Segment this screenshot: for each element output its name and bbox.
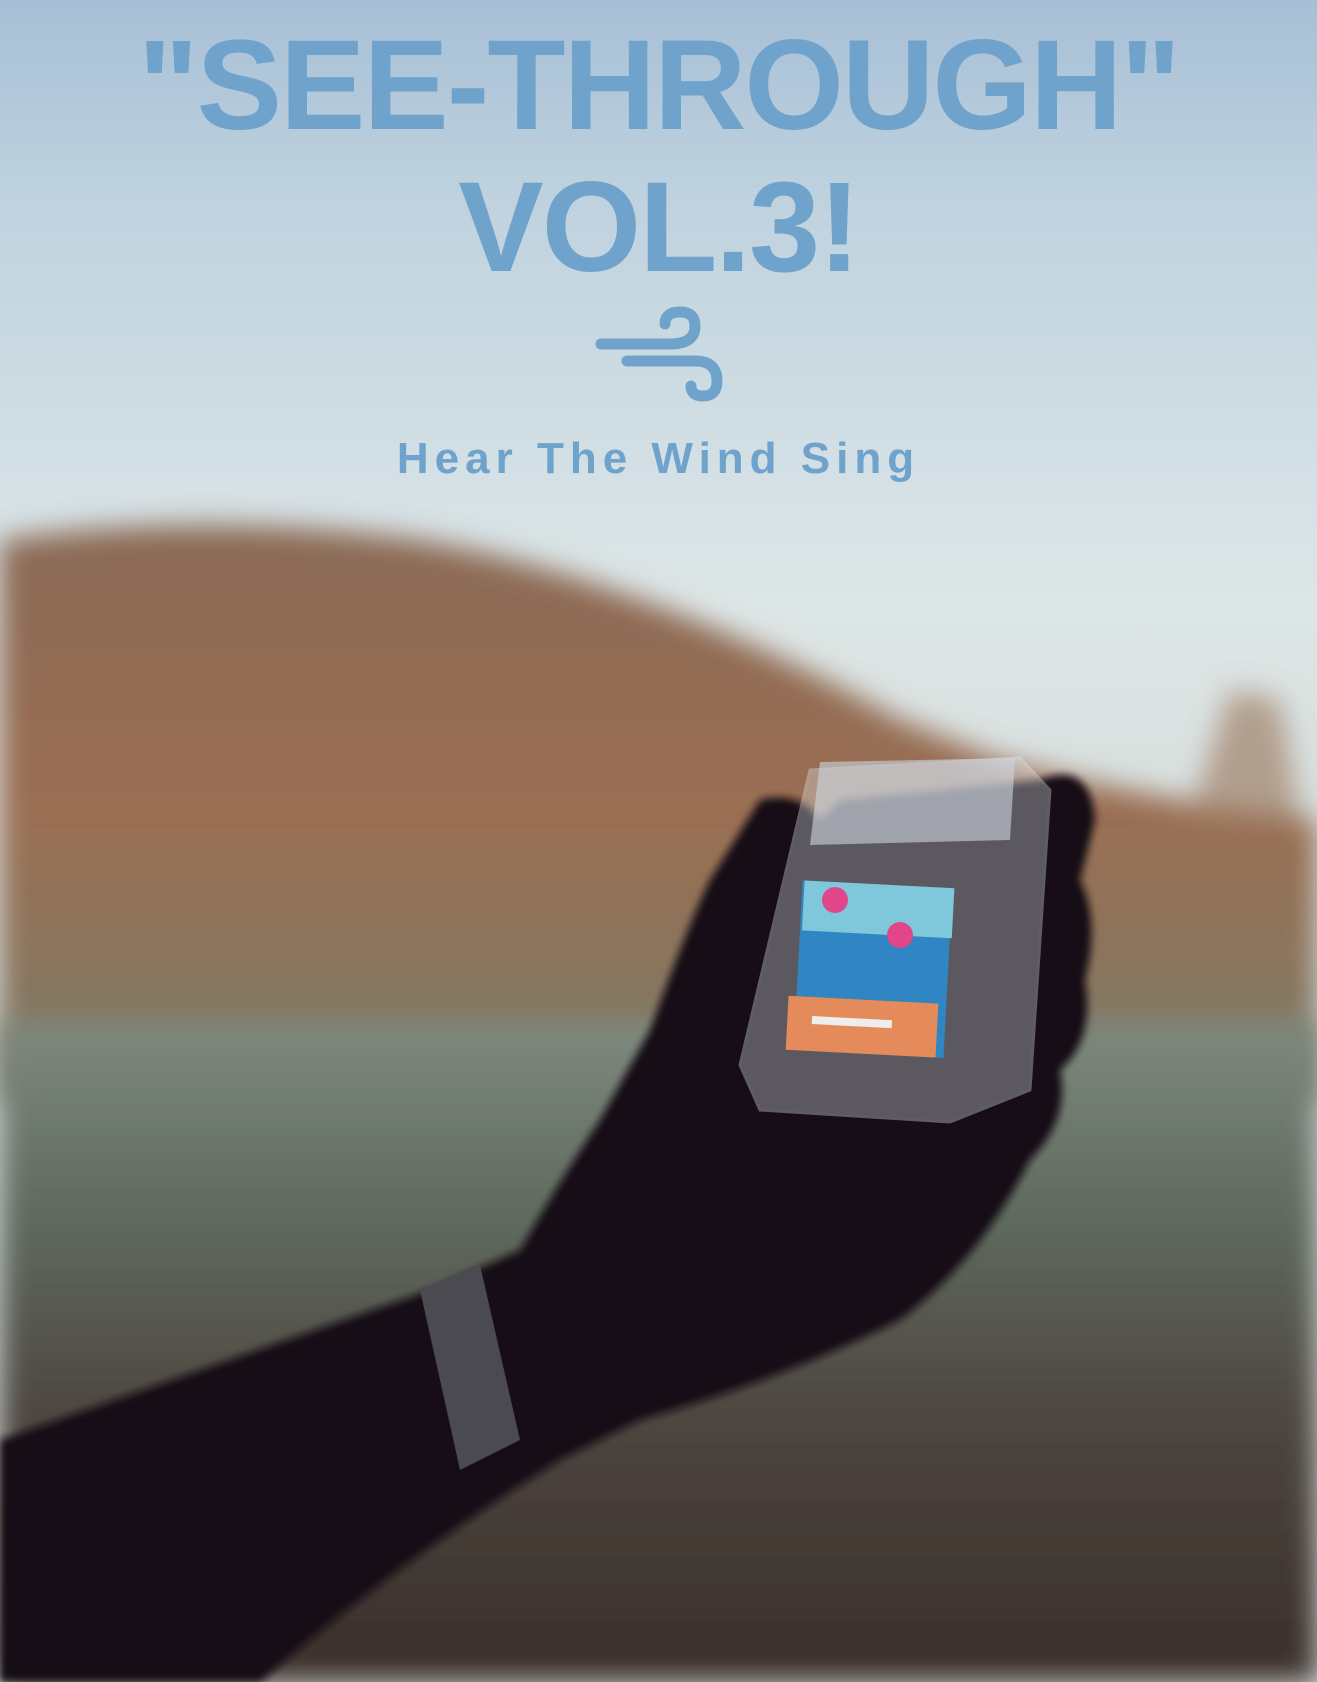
poster-title-line1: "SEE-THROUGH": [137, 14, 1181, 157]
wind-icon: [595, 306, 723, 402]
poster-title-line2: VOL.3!: [458, 156, 861, 299]
poster-subtitle: Hear The Wind Sing: [396, 434, 921, 483]
